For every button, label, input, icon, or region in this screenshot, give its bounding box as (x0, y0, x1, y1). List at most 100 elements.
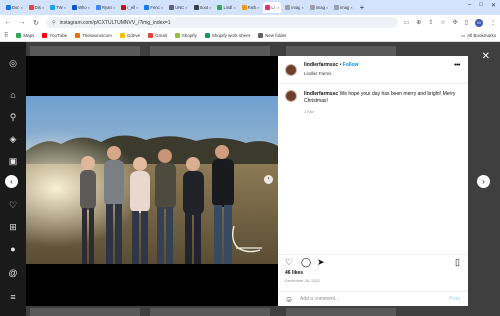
profile-avatar[interactable]: M (475, 18, 483, 27)
all-bookmarks-button[interactable]: ▭ All Bookmarks (461, 33, 496, 39)
tab-close-icon[interactable]: × (209, 5, 211, 10)
author-subtitle[interactable]: Lindler Farms (304, 71, 332, 76)
tab-close-icon[interactable]: × (20, 5, 22, 10)
new-tab-icon[interactable]: + (360, 3, 365, 12)
previous-post-icon[interactable]: ‹ (5, 175, 18, 188)
site-info-icon[interactable]: ⚲ (52, 20, 56, 26)
forward-icon[interactable]: → (18, 19, 26, 26)
more-options-icon[interactable]: ••• (454, 62, 460, 69)
instagram-icon[interactable]: ◎ (8, 58, 18, 68)
sidepanel-icon[interactable]: ▯ (465, 19, 468, 26)
browser-tab[interactable]: Sout × (192, 2, 214, 13)
comment-bar: ☺ Post (278, 291, 468, 306)
browser-tab[interactable]: Dis × (27, 2, 46, 13)
follow-button[interactable]: Follow (343, 62, 359, 68)
bookmark-label: Shopify (181, 33, 197, 38)
tab-close-icon[interactable]: × (161, 5, 163, 10)
comment-input[interactable] (300, 296, 440, 302)
next-post-icon[interactable]: › (477, 175, 490, 188)
caption-avatar[interactable] (285, 90, 297, 102)
tab-label: imag (340, 5, 350, 10)
bookmark-item[interactable]: New folder (257, 33, 286, 38)
bookmark-item[interactable]: Thesauruscom (75, 33, 112, 38)
tab-close-icon[interactable]: × (113, 5, 115, 10)
browser-tab[interactable]: imag × (332, 2, 354, 13)
emoji-icon[interactable]: ☺ (285, 295, 293, 304)
browser-tab[interactable]: imag × (283, 2, 305, 13)
create-icon[interactable]: ⊞ (8, 222, 18, 232)
browser-tab-strip: Doc × Dis × TW × Who × Ryan × r_ell × Fenc × UNC × Sout ×… (0, 0, 500, 15)
tab-close-icon[interactable]: × (301, 5, 303, 10)
tab-close-icon[interactable]: × (277, 5, 279, 10)
close-window-icon[interactable]: ✕ (491, 2, 496, 9)
bookmark-item[interactable]: YouTube (42, 33, 67, 38)
notifications-icon[interactable]: ♡ (8, 200, 18, 210)
close-icon[interactable]: ✕ (482, 52, 490, 62)
window-controls: – □ ✕ (468, 2, 496, 9)
tab-close-icon[interactable]: × (326, 5, 328, 10)
author-avatar[interactable] (285, 64, 297, 76)
browser-tab[interactable]: UNC × (167, 2, 189, 13)
reels-icon[interactable]: ▣ (8, 156, 18, 166)
background-tile (150, 308, 270, 316)
heart-icon[interactable]: ♡ (285, 257, 293, 267)
browser-tab[interactable]: r_ell × (119, 2, 140, 13)
browser-tab[interactable]: imag × (308, 2, 330, 13)
tab-close-icon[interactable]: × (64, 5, 66, 10)
bookmark-item[interactable]: Gmail (148, 33, 167, 38)
browser-tab[interactable]: Fenc × (142, 2, 165, 13)
back-icon[interactable]: ← (4, 19, 12, 26)
browser-tab[interactable]: Ryan × (94, 2, 117, 13)
browser-tab[interactable]: Lindl × (215, 2, 237, 13)
browser-tab[interactable]: Who × (70, 2, 92, 13)
browser-tab[interactable]: Fath × (240, 2, 262, 13)
tab-close-icon[interactable]: × (257, 5, 259, 10)
tab-close-icon[interactable]: × (350, 5, 352, 10)
tab-close-icon[interactable]: × (185, 5, 187, 10)
tab-favicon-icon (50, 5, 56, 10)
bookmark-item[interactable]: Maps (16, 33, 34, 38)
browser-tab[interactable]: Li × (263, 2, 282, 13)
address-bar[interactable]: ⚲ instagram.com/p/CXTULTUMNVV_/?img_inde… (46, 17, 398, 28)
tab-close-icon[interactable]: × (136, 5, 138, 10)
browser-menu-icon[interactable]: ⋮ (490, 19, 496, 26)
apps-grid-icon[interactable]: ⠿ (4, 32, 8, 39)
browser-toolbar: ← → ↻ ⚲ instagram.com/p/CXTULTUMNVV_/?im… (0, 15, 500, 30)
tab-label: UNC (175, 5, 185, 10)
bookmark-item[interactable]: Shopify work sheet (204, 33, 250, 38)
comment-icon[interactable]: ◯ (301, 257, 311, 267)
tab-close-icon[interactable]: × (233, 5, 235, 10)
extensions-icon[interactable]: ✣ (453, 19, 458, 26)
menu-icon[interactable]: ≡ (8, 292, 18, 302)
bookmark-item[interactable]: Gdrive (119, 33, 140, 38)
share-page-icon[interactable]: ⇪ (428, 19, 433, 26)
reload-icon[interactable]: ↻ (32, 19, 40, 27)
maximize-icon[interactable]: □ (479, 2, 483, 9)
minimize-icon[interactable]: – (468, 2, 471, 9)
browser-tab[interactable]: Doc × (4, 2, 25, 13)
zoom-icon[interactable]: ⊕ (416, 19, 421, 26)
bookmark-item[interactable]: Shopify (174, 33, 197, 38)
author-username[interactable]: lindlerfarmssc (304, 62, 338, 68)
threads-icon[interactable]: @ (8, 268, 18, 278)
bookmarks-bar: ⠿ Maps YouTube Thesauruscom Gdrive Gmail Shop… (0, 30, 500, 42)
tab-label: TW (56, 5, 63, 10)
post-comment-button[interactable]: Post (449, 296, 460, 302)
carousel-next-icon[interactable]: › (264, 175, 273, 184)
like-count[interactable]: 46 likes (285, 270, 303, 276)
tab-label: imag (291, 5, 301, 10)
tab-close-icon[interactable]: × (42, 5, 44, 10)
caption-username[interactable]: lindlerfarmssc (304, 91, 338, 97)
home-icon[interactable]: ⌂ (8, 90, 18, 100)
background-tile (286, 308, 396, 316)
browser-tab[interactable]: TW × (48, 2, 68, 13)
tab-favicon-icon (144, 5, 150, 10)
explore-icon[interactable]: ◈ (8, 134, 18, 144)
bookmark-star-icon[interactable]: ☆ (440, 19, 445, 26)
profile-icon[interactable]: ● (8, 244, 18, 254)
share-icon[interactable]: ➤ (317, 257, 325, 267)
tab-close-icon[interactable]: × (88, 5, 90, 10)
cast-icon[interactable]: ▭ (404, 19, 410, 26)
search-icon[interactable]: ⚲ (8, 112, 18, 122)
bookmark-icon[interactable]: ▯ (455, 257, 460, 267)
